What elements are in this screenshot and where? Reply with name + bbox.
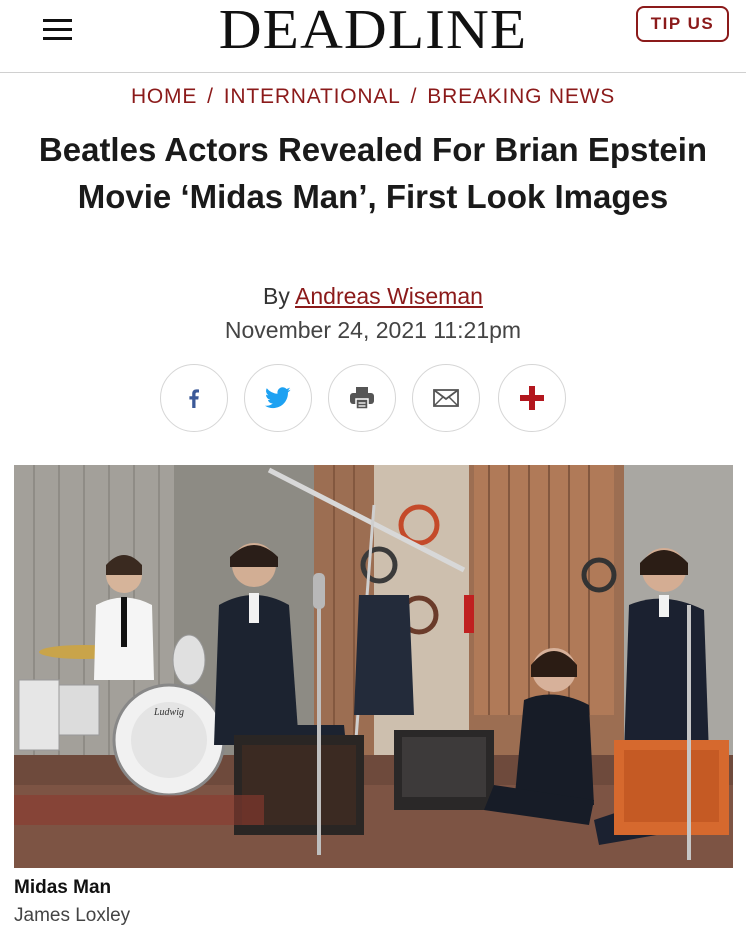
twitter-icon [265,387,291,409]
byline-prefix: By [263,283,290,309]
tip-us-button[interactable]: TIP US [636,6,729,42]
facebook-icon [189,389,199,408]
breadcrumb-international[interactable]: INTERNATIONAL [224,85,401,108]
more-share-button[interactable] [498,364,566,432]
breadcrumb-home[interactable]: HOME [131,85,197,108]
publish-date: November 24, 2021 11:21pm [224,317,522,343]
photo-credit: James Loxley [14,905,131,926]
print-icon [350,387,374,410]
breadcrumb-breaking-news[interactable]: BREAKING NEWS [427,85,615,108]
plus-icon [520,386,544,410]
site-header: DEADLINE TIP US [0,0,746,73]
site-logo[interactable]: DEADLINE [0,0,746,60]
breadcrumb: HOME / INTERNATIONAL / BREAKING NEWS [0,84,746,110]
byline: By Andreas Wiseman [0,282,746,310]
breadcrumb-separator: / [207,85,214,108]
photo-illustration: Ludwig [14,465,733,868]
article-title: Beatles Actors Revealed For Brian Epstei… [38,131,708,215]
twitter-share-button[interactable] [244,364,312,432]
breadcrumb-separator: / [410,85,418,108]
author-link[interactable]: Andreas Wiseman [295,283,483,309]
article-photo[interactable]: Ludwig [14,465,733,868]
drum-brand-label: Ludwig [153,707,184,718]
print-button[interactable] [328,364,396,432]
facebook-share-button[interactable] [160,364,228,432]
email-share-button[interactable] [412,364,480,432]
photo-caption-title: Midas Man [14,877,112,898]
email-icon [433,389,459,407]
